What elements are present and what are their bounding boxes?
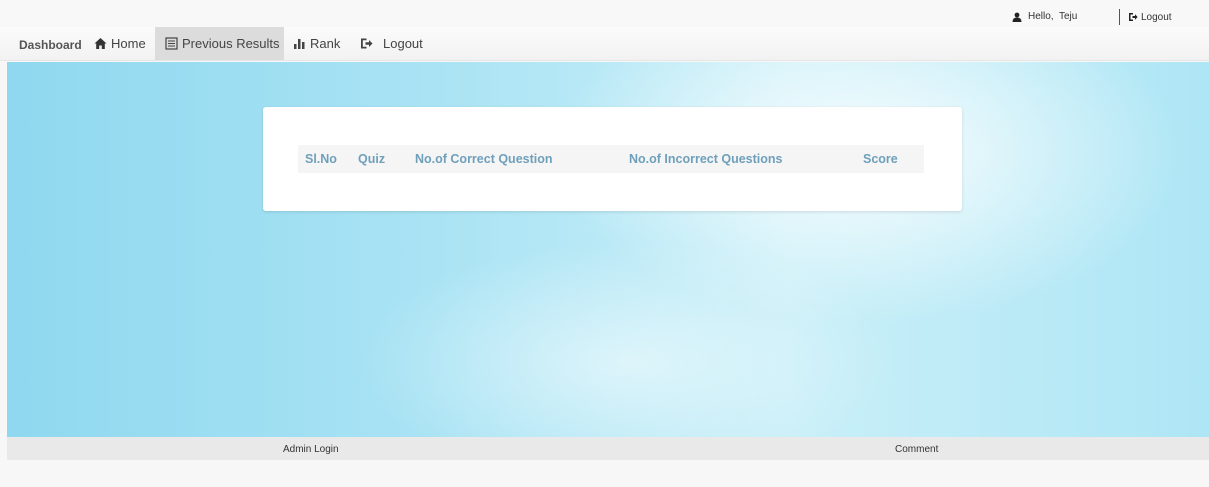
results-table: Sl.No Quiz No.of Correct Question No.of … xyxy=(298,145,924,173)
user-greeting: Hello, Teju xyxy=(1012,11,1077,22)
user-icon xyxy=(1012,12,1022,22)
top-bar: Hello, Teju Logout xyxy=(0,0,1209,27)
home-icon xyxy=(94,38,107,49)
column-header-slno: Sl.No xyxy=(305,152,337,166)
results-card: Sl.No Quiz No.of Correct Question No.of … xyxy=(263,107,962,211)
brand-dashboard[interactable]: Dashboard xyxy=(19,38,82,52)
column-header-score: Score xyxy=(863,152,898,166)
nav-previous-results-label: Previous Results xyxy=(182,36,280,51)
comment-link[interactable]: Comment xyxy=(895,444,938,455)
nav-item-rank[interactable]: Rank xyxy=(293,27,340,60)
top-logout-label: Logout xyxy=(1141,11,1172,23)
greeting-text: Hello, Teju xyxy=(1028,11,1078,22)
bar-chart-icon xyxy=(294,39,305,49)
nav-home-label: Home xyxy=(111,36,146,51)
admin-login-link[interactable]: Admin Login xyxy=(283,444,339,455)
main-navbar: Dashboard Home Previous Results Rank Log… xyxy=(0,27,1209,61)
footer: Admin Login Comment xyxy=(7,437,1209,460)
logout-icon xyxy=(361,38,373,49)
column-header-quiz: Quiz xyxy=(358,152,386,166)
nav-item-home[interactable]: Home xyxy=(94,27,146,60)
nav-item-logout[interactable]: Logout xyxy=(360,27,423,60)
results-header-row: Sl.No Quiz No.of Correct Question No.of … xyxy=(298,145,924,173)
column-header-correct: No.of Correct Question xyxy=(415,152,553,166)
nav-item-previous-results[interactable]: Previous Results xyxy=(155,27,284,60)
top-logout-link[interactable]: Logout xyxy=(1119,9,1172,25)
nav-logout-label: Logout xyxy=(383,36,423,51)
column-header-incorrect: No.of Incorrect Questions xyxy=(629,152,783,166)
nav-rank-label: Rank xyxy=(310,36,341,51)
logout-icon xyxy=(1129,13,1138,21)
list-icon xyxy=(165,37,178,50)
hero-background: Sl.No Quiz No.of Correct Question No.of … xyxy=(7,62,1209,437)
